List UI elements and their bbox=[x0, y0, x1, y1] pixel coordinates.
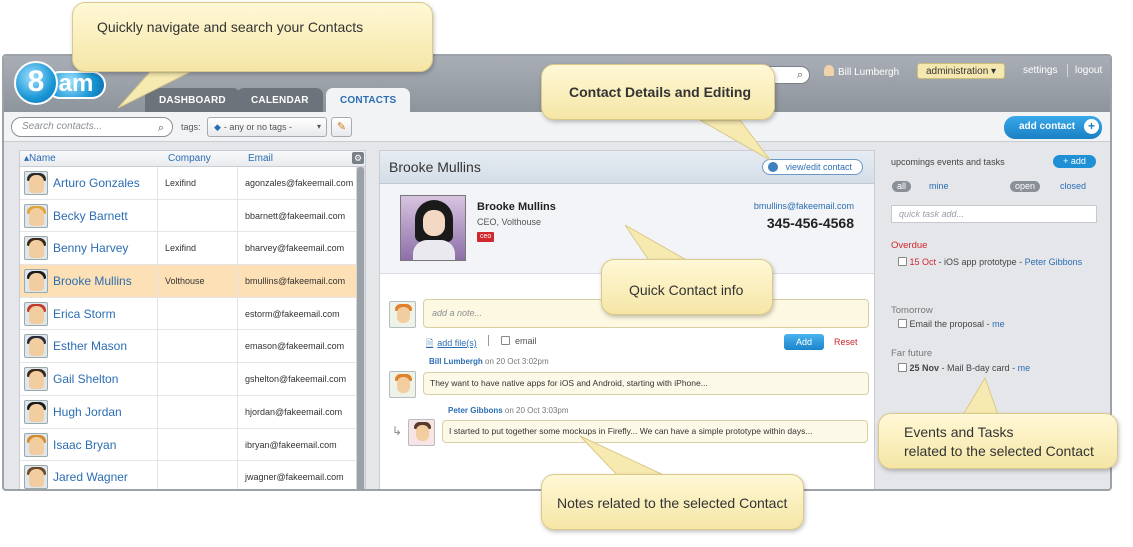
callout-events-line2: related to the selected Contact bbox=[904, 443, 1094, 459]
tail-details bbox=[698, 119, 771, 161]
callout-events: Events and Tasks related to the selected … bbox=[878, 413, 1118, 469]
callout-details: Contact Details and Editing bbox=[541, 64, 775, 120]
callout-events-line1: Events and Tasks bbox=[904, 424, 1014, 440]
callout-notes: Notes related to the selected Contact bbox=[541, 474, 804, 530]
callout-navigate: Quickly navigate and search your Contact… bbox=[72, 2, 433, 72]
callout-quick-info: Quick Contact info bbox=[601, 259, 773, 315]
tail-quick-info bbox=[624, 224, 692, 263]
tail-notes bbox=[579, 435, 671, 479]
tail-navigate bbox=[117, 71, 191, 109]
